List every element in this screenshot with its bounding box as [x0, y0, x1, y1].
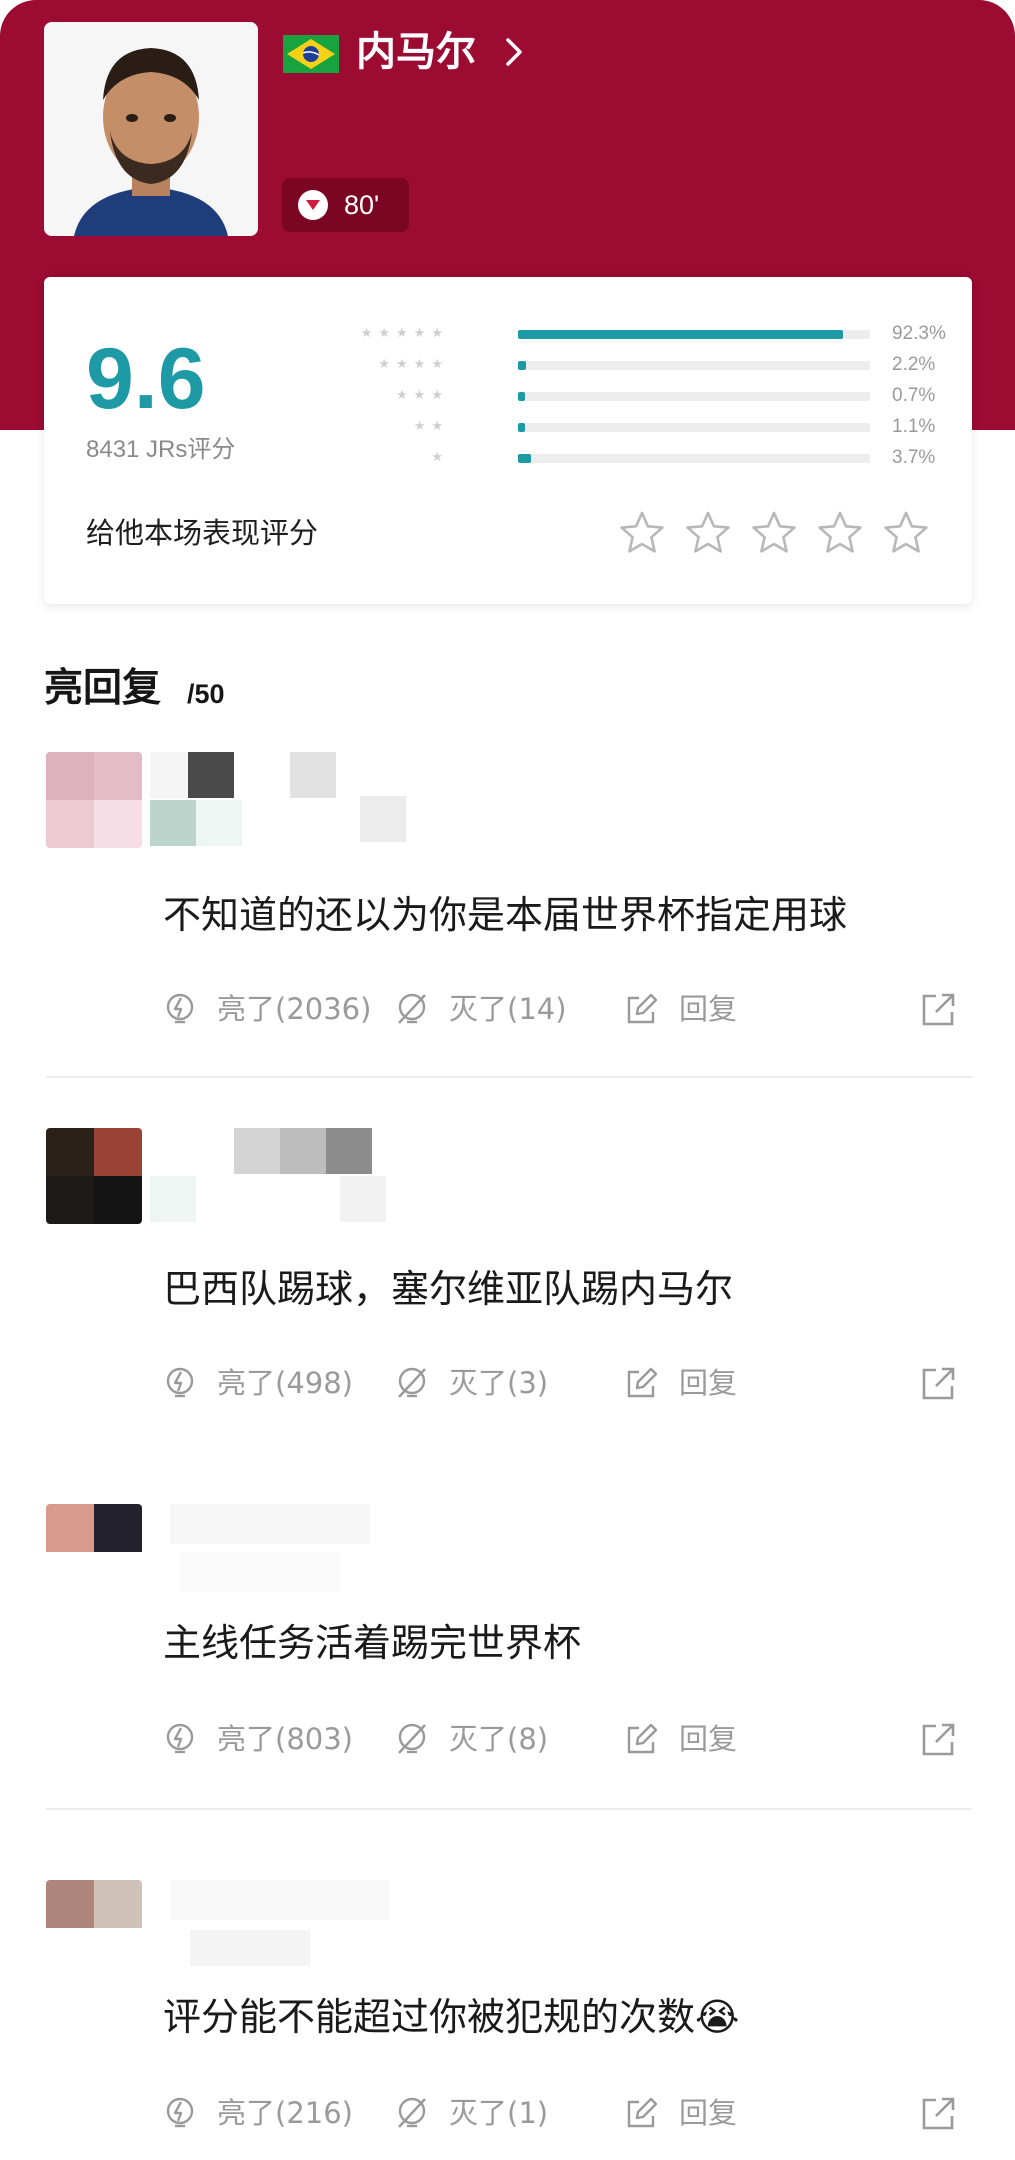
section-count: /50	[187, 679, 225, 709]
star-level-icon: ★	[431, 450, 449, 465]
comment-actions: 亮了(216) 灭了(1) 回复	[163, 2090, 963, 2136]
username-blurred[interactable]	[150, 1880, 530, 1976]
comment-text: 评分能不能超过你被犯规的次数😭	[163, 1995, 740, 2039]
reply-label: 回复	[679, 2096, 738, 2130]
like-count: 亮了(2036)	[217, 992, 372, 1026]
rate-star-3-icon[interactable]	[750, 509, 798, 557]
comment-text: 主线任务活着踢完世界杯	[163, 1621, 582, 1665]
distribution-row-4: ★★★★ 2.2%	[354, 354, 944, 376]
distribution-track	[518, 330, 870, 339]
comment-actions: 亮了(498) 灭了(3) 回复	[163, 1360, 963, 1406]
edit-icon	[625, 1722, 659, 1756]
lightbulb-off-icon	[395, 1366, 429, 1400]
comment-text: 不知道的还以为你是本届世界杯指定用球	[163, 893, 848, 937]
rate-star-2-icon[interactable]	[684, 509, 732, 557]
lightbulb-off-icon	[395, 992, 429, 1026]
lightbulb-icon	[163, 992, 197, 1026]
average-score: 9.6	[86, 331, 206, 427]
distribution-percent: 1.1%	[892, 416, 936, 437]
chevron-right-icon[interactable]	[503, 36, 525, 68]
reply-label: 回复	[679, 1722, 738, 1756]
distribution-percent: 2.2%	[892, 354, 936, 375]
comment-actions: 亮了(803) 灭了(8) 回复	[163, 1716, 963, 1762]
reply-label: 回复	[679, 1366, 738, 1400]
distribution-percent: 92.3%	[892, 323, 946, 344]
edit-icon	[625, 1366, 659, 1400]
sub-off-icon	[298, 190, 328, 220]
distribution-percent: 0.7%	[892, 385, 936, 406]
lightbulb-icon	[163, 1722, 197, 1756]
star-level-icon: ★★★★★	[360, 326, 449, 341]
distribution-row-3: ★★★ 0.7%	[354, 385, 944, 407]
substitution-badge: 80'	[282, 178, 409, 232]
like-count: 亮了(498)	[217, 1366, 353, 1400]
star-level-icon: ★★	[413, 419, 449, 434]
comment-text: 巴西队踢球，塞尔维亚队踢内马尔	[163, 1267, 734, 1311]
share-icon[interactable]	[920, 1364, 958, 1402]
reply-label: 回复	[679, 992, 738, 1026]
rate-prompt: 给他本场表现评分	[86, 516, 319, 550]
player-photo	[44, 22, 258, 236]
distribution-fill	[518, 330, 843, 339]
distribution-track	[518, 423, 870, 432]
username-blurred[interactable]	[150, 1128, 530, 1224]
share-icon[interactable]	[920, 990, 958, 1028]
star-level-icon: ★★★	[396, 388, 449, 403]
distribution-row-1: ★ 3.7%	[354, 447, 944, 469]
dislike-count: 灭了(3)	[449, 1366, 549, 1400]
brazil-flag-icon	[283, 35, 339, 73]
rating-card: 9.6 8431 JRs评分 ★★★★★ 92.3% ★★★★ 2.2% ★★★…	[44, 277, 972, 604]
edit-icon	[625, 2096, 659, 2130]
rate-star-picker	[618, 509, 948, 557]
divider	[46, 1076, 972, 1078]
player-name[interactable]: 内马尔	[356, 24, 476, 80]
distribution-track	[518, 454, 870, 463]
avatar[interactable]	[46, 752, 142, 848]
share-icon[interactable]	[920, 1720, 958, 1758]
rate-star-4-icon[interactable]	[816, 509, 864, 557]
distribution-row-2: ★★ 1.1%	[354, 416, 944, 438]
votes-count: 8431 JRs评分	[86, 436, 236, 463]
username-blurred[interactable]	[150, 1504, 530, 1600]
lightbulb-off-icon	[395, 2096, 429, 2130]
share-icon[interactable]	[920, 2094, 958, 2132]
divider	[46, 1808, 972, 1810]
avatar[interactable]	[46, 1880, 142, 1976]
rate-star-1-icon[interactable]	[618, 509, 666, 557]
dislike-count: 灭了(8)	[449, 1722, 549, 1756]
dislike-count: 灭了(14)	[449, 992, 567, 1026]
lightbulb-off-icon	[395, 1722, 429, 1756]
distribution-fill	[518, 454, 532, 463]
avatar[interactable]	[46, 1128, 142, 1224]
distribution-fill	[518, 392, 526, 401]
avatar[interactable]	[46, 1504, 142, 1600]
distribution-fill	[518, 361, 526, 370]
rate-star-5-icon[interactable]	[882, 509, 930, 557]
distribution-track	[518, 392, 870, 401]
comment-actions: 亮了(2036) 灭了(14) 回复	[163, 986, 963, 1032]
username-blurred[interactable]	[150, 752, 530, 848]
lightbulb-icon	[163, 2096, 197, 2130]
like-count: 亮了(803)	[217, 1722, 353, 1756]
distribution-percent: 3.7%	[892, 447, 936, 468]
star-level-icon: ★★★★	[378, 357, 449, 372]
section-title: 亮回复	[44, 666, 162, 711]
distribution-track	[518, 361, 870, 370]
distribution-fill	[518, 423, 526, 432]
distribution-row-5: ★★★★★ 92.3%	[354, 323, 946, 345]
dislike-count: 灭了(1)	[449, 2096, 549, 2130]
edit-icon	[625, 992, 659, 1026]
lightbulb-icon	[163, 1366, 197, 1400]
like-count: 亮了(216)	[217, 2096, 353, 2130]
sub-minute: 80'	[344, 190, 380, 220]
